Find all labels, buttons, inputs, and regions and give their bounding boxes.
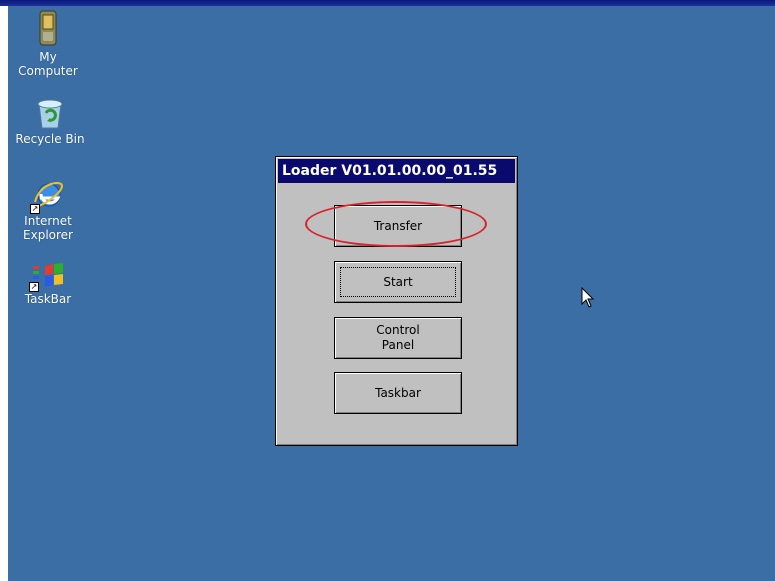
start-button[interactable]: Start [334,261,462,303]
transfer-button[interactable]: Transfer [334,205,462,247]
dialog-title: Loader V01.01.00.00_01.55 [278,159,515,183]
desktop-icon-label: My Computer [18,50,78,78]
internet-explorer-icon: ↗ [30,178,64,214]
desktop-icon-label: Internet Explorer [23,214,73,242]
desktop-icon-recycle-bin[interactable]: Recycle Bin [8,96,92,146]
my-computer-icon [37,10,59,48]
desktop-icon-label: Recycle Bin [15,132,85,146]
taskbar-icon: ↗ [29,262,65,292]
desktop-icon-internet-explorer[interactable]: ↗ Internet Explorer [6,178,90,242]
shortcut-arrow-icon: ↗ [29,282,39,292]
shortcut-arrow-icon: ↗ [30,204,40,214]
loader-dialog: Loader V01.01.00.00_01.55 Transfer Start… [275,156,518,446]
desktop-icon-my-computer[interactable]: My Computer [6,10,90,78]
taskbar-button[interactable]: Taskbar [334,372,462,414]
mouse-cursor-icon [581,286,595,313]
control-panel-button[interactable]: Control Panel [334,317,462,359]
desktop-icon-taskbar[interactable]: ↗ TaskBar [6,262,90,306]
recycle-bin-icon [34,96,66,130]
desktop-icon-label: TaskBar [24,292,72,306]
